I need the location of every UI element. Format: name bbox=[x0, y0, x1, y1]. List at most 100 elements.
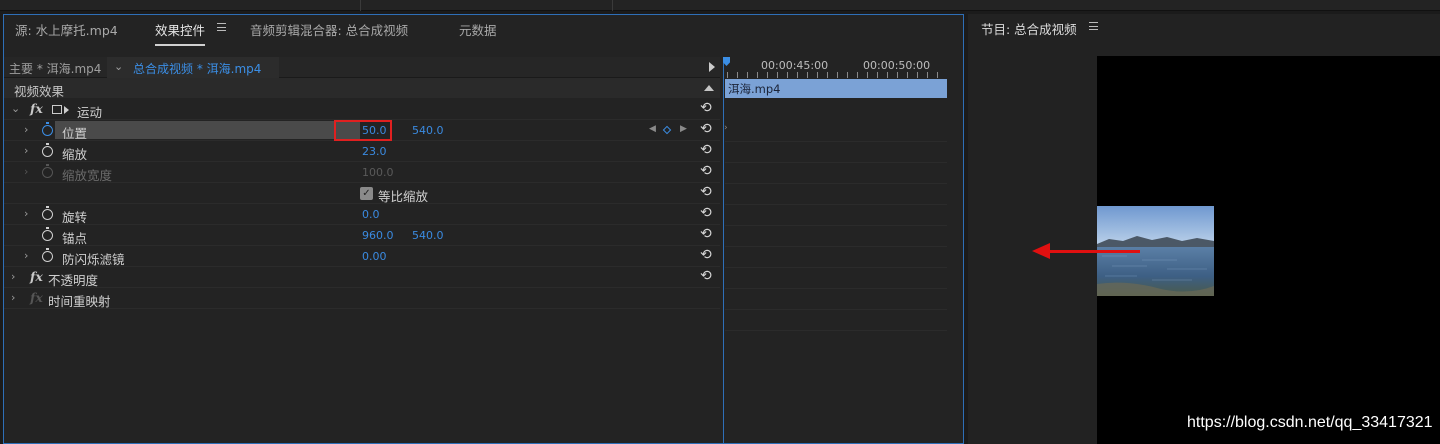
chevron-down-icon[interactable]: ⌄ bbox=[11, 102, 20, 115]
next-keyframe-icon[interactable]: ▶ bbox=[680, 124, 687, 134]
tab-metadata[interactable]: 元数据 bbox=[459, 20, 497, 39]
divider bbox=[360, 0, 361, 11]
ruler-time-1: 00:00:45:00 bbox=[761, 59, 829, 72]
active-tab-underline bbox=[155, 44, 206, 46]
transform-box-icon[interactable] bbox=[52, 105, 62, 114]
chevron-right-icon[interactable]: › bbox=[11, 291, 15, 304]
master-clip-label[interactable]: 主要 * 洱海.mp4 bbox=[9, 60, 101, 77]
reset-icon[interactable]: ⟲ bbox=[700, 227, 712, 241]
reset-icon[interactable]: ⟲ bbox=[700, 185, 712, 199]
timeline-row-line bbox=[725, 309, 947, 310]
video-effects-label: 视频效果 bbox=[14, 84, 65, 99]
selected-property-highlight bbox=[55, 121, 360, 139]
reset-icon[interactable]: ⟲ bbox=[700, 122, 712, 136]
effect-row-opacity[interactable]: › fx 不透明度 ⟲ bbox=[4, 267, 720, 288]
anti-flicker-value[interactable]: 0.00 bbox=[362, 250, 387, 263]
timeline-row-line bbox=[725, 141, 947, 142]
anti-flicker-label: 防闪烁滤镜 bbox=[62, 252, 125, 267]
time-ruler[interactable]: 00:00:45:00 00:00:50:00 bbox=[725, 57, 947, 79]
scale-width-label: 缩放宽度 bbox=[62, 168, 113, 183]
anchor-label: 锚点 bbox=[62, 231, 88, 246]
reset-icon[interactable]: ⟲ bbox=[700, 206, 712, 220]
stopwatch-icon[interactable] bbox=[42, 248, 53, 262]
chevron-right-icon: › bbox=[24, 165, 29, 178]
panel-tabs: 源: 水上摩托.mp4 效果控件 音频剪辑混合器: 总合成视频 元数据 bbox=[4, 15, 963, 46]
reset-icon[interactable]: ⟲ bbox=[700, 248, 712, 262]
timeline-row-line bbox=[725, 225, 947, 226]
uniform-scale-checkbox[interactable]: ✓ bbox=[360, 187, 373, 200]
rotation-value[interactable]: 0.0 bbox=[362, 208, 380, 221]
stopwatch-icon[interactable] bbox=[42, 143, 53, 157]
timeline-row-line bbox=[725, 330, 947, 331]
fx-icon[interactable]: fx bbox=[30, 269, 43, 284]
property-row-scale-width: › 缩放宽度 100.0 ⟲ bbox=[4, 162, 720, 183]
property-row-rotation[interactable]: › 旋转 0.0 ⟲ bbox=[4, 204, 720, 225]
tab-source[interactable]: 源: 水上摩托.mp4 bbox=[15, 20, 118, 39]
panel-menu-icon[interactable] bbox=[217, 23, 226, 31]
timeline-row-line bbox=[725, 204, 947, 205]
property-row-position[interactable]: › 位置 50.0 540.0 ◀ ▶ ⟲ bbox=[4, 120, 720, 141]
scale-value[interactable]: 23.0 bbox=[362, 145, 387, 158]
scale-label: 缩放 bbox=[62, 147, 88, 162]
annotation-red-box bbox=[334, 120, 392, 141]
timeline-row-line bbox=[725, 288, 947, 289]
stopwatch-icon[interactable] bbox=[42, 122, 53, 136]
ruler-time-2: 00:00:50:00 bbox=[863, 59, 931, 72]
chevron-right-icon[interactable]: › bbox=[24, 144, 28, 157]
add-keyframe-icon[interactable] bbox=[662, 125, 672, 135]
rotation-label: 旋转 bbox=[62, 210, 88, 225]
effect-row-motion[interactable]: ⌄ fx 运动 ⟲ bbox=[4, 99, 720, 120]
effect-timeline[interactable]: 00:00:45:00 00:00:50:00 洱海.mp4 › bbox=[723, 57, 963, 444]
top-strip bbox=[0, 0, 1440, 11]
chevron-right-icon[interactable]: › bbox=[24, 123, 28, 136]
reset-icon[interactable]: ⟲ bbox=[700, 101, 712, 115]
panel-menu-icon[interactable] bbox=[1089, 22, 1098, 30]
chevron-right-icon[interactable]: › bbox=[24, 207, 28, 220]
toggle-timeline-icon[interactable] bbox=[709, 62, 715, 72]
position-y-value[interactable]: 540.0 bbox=[412, 124, 444, 137]
property-row-anchor[interactable]: 锚点 960.0 540.0 ⟲ bbox=[4, 225, 720, 246]
effect-row-time-remap[interactable]: › fx 时间重映射 bbox=[4, 288, 720, 309]
position-label: 位置 bbox=[62, 126, 88, 141]
timeline-divider bbox=[723, 57, 724, 444]
fx-icon: fx bbox=[30, 290, 43, 305]
anchor-x-value[interactable]: 960.0 bbox=[362, 229, 394, 242]
reset-icon[interactable]: ⟲ bbox=[700, 269, 712, 283]
anchor-y-value[interactable]: 540.0 bbox=[412, 229, 444, 242]
divider bbox=[612, 0, 613, 11]
video-canvas[interactable] bbox=[1097, 56, 1440, 444]
stopwatch-icon[interactable] bbox=[42, 206, 53, 220]
property-row-scale[interactable]: › 缩放 23.0 ⟲ bbox=[4, 141, 720, 162]
stopwatch-icon bbox=[42, 164, 53, 178]
chevron-down-icon: ⌄ bbox=[114, 60, 124, 73]
tab-effect-controls-label: 效果控件 bbox=[155, 23, 206, 38]
prev-keyframe-icon[interactable]: ◀ bbox=[649, 124, 656, 134]
tab-effect-controls[interactable]: 效果控件 bbox=[155, 20, 206, 46]
clip-selector-bar: 主要 * 洱海.mp4 ⌄ 总合成视频 * 洱海.mp4 bbox=[4, 57, 720, 78]
tab-audio-clip-mixer[interactable]: 音频剪辑混合器: 总合成视频 bbox=[250, 20, 408, 39]
uniform-scale-label: 等比缩放 bbox=[378, 189, 429, 204]
timeline-row-line bbox=[725, 183, 947, 184]
time-remap-label: 时间重映射 bbox=[48, 294, 111, 309]
sequence-clip-selector[interactable]: ⌄ 总合成视频 * 洱海.mp4 bbox=[107, 57, 279, 78]
ruler-ticks bbox=[727, 72, 947, 78]
chevron-right-icon[interactable]: › bbox=[24, 249, 28, 262]
keyframe-marker-icon: › bbox=[724, 123, 728, 133]
program-monitor-panel: 节目: 总合成视频 bbox=[968, 14, 1440, 444]
chevron-right-icon[interactable]: › bbox=[11, 270, 15, 283]
motion-label: 运动 bbox=[77, 105, 103, 120]
scale-width-value: 100.0 bbox=[362, 166, 394, 179]
watermark-url: https://blog.csdn.net/qq_33417321 bbox=[1187, 414, 1433, 431]
collapse-up-icon[interactable] bbox=[704, 85, 714, 91]
property-row-uniform-scale[interactable]: ✓ 等比缩放 ⟲ bbox=[4, 183, 720, 204]
property-row-anti-flicker[interactable]: › 防闪烁滤镜 0.00 ⟲ bbox=[4, 246, 720, 267]
program-monitor-title[interactable]: 节目: 总合成视频 bbox=[981, 19, 1077, 38]
sequence-clip-label: 总合成视频 * 洱海.mp4 bbox=[133, 62, 262, 76]
reset-icon[interactable]: ⟲ bbox=[700, 164, 712, 178]
fx-icon[interactable]: fx bbox=[30, 101, 43, 116]
timeline-clip[interactable]: 洱海.mp4 bbox=[725, 79, 947, 98]
timeline-row-line bbox=[725, 246, 947, 247]
opacity-label: 不透明度 bbox=[48, 273, 99, 288]
stopwatch-icon[interactable] bbox=[42, 227, 53, 241]
reset-icon[interactable]: ⟲ bbox=[700, 143, 712, 157]
